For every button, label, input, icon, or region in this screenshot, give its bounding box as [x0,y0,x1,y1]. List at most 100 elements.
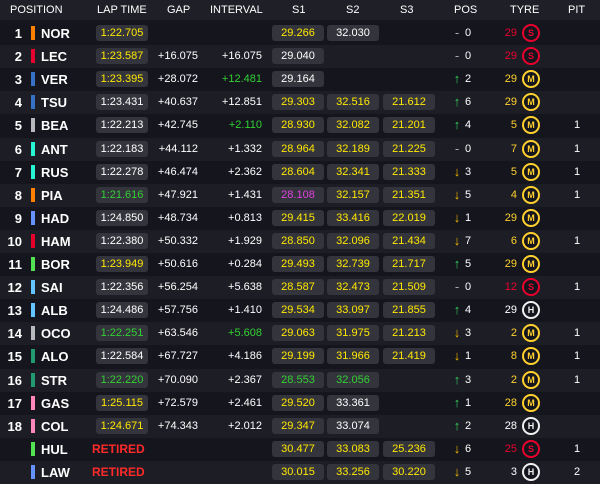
header-s2[interactable]: S2 [346,4,359,16]
arrow-up-icon: ↑ [453,371,461,387]
pit-stops: 1 [573,373,581,386]
table-row[interactable]: HUL RETIRED 30.477 33.083 25.236 ↓ 6 25 S 1 [0,438,600,461]
tyre-compound-icon[interactable]: M [522,370,540,389]
table-row[interactable]: 5 BEA 1:22.213 +42.745 +2.110 28.930 32.082 21.… [0,114,600,137]
position-number: 13 [7,303,22,319]
tyre-compound-icon[interactable]: M [522,116,540,135]
header-s3[interactable]: S3 [400,4,413,16]
tyre-compound-icon[interactable]: S [522,24,540,42]
table-row[interactable]: 4 TSU 1:23.431 +40.637 +12.851 29.303 32.516 21… [0,91,600,115]
header-position[interactable]: POSITION [10,4,63,16]
tyre-compound-icon[interactable]: M [522,70,540,89]
table-row[interactable]: 14 OCO 1:22.251 +63.546 +5.608 29.063 31.975 21… [0,322,600,346]
table-row[interactable]: 9 HAD 1:24.850 +48.734 +0.813 29.415 33.416 22.… [0,207,600,230]
tyre-compound-icon[interactable]: S [522,439,540,458]
tyre-compound-icon[interactable]: H [522,416,540,435]
sector-1-time: 28.553 [272,371,324,388]
tyre-compound-icon[interactable]: M [522,231,540,250]
table-header: POSITION LAP TIME GAP INTERVAL S1 S2 S3 … [0,0,600,20]
sector-1-time: 29.534 [272,302,324,319]
sector-2-time: 33.083 [327,440,379,457]
team-color-bar [31,210,35,225]
table-row[interactable]: 18 COL 1:24.671 +74.343 +2.012 29.347 33.074 ↑ 2… [0,414,600,438]
position-change: 1 [465,350,472,363]
table-row[interactable]: 12 SAI 1:22.356 +56.254 +5.638 28.587 32.473 21… [0,276,600,300]
table-row[interactable]: 10 HAM 1:22.380 +50.332 +1.929 28.850 32.096 21… [0,229,600,253]
table-row[interactable]: 17 GAS 1:25.115 +72.579 +2.461 29.520 33.361 ↑ 1… [0,392,600,415]
tyre-compound-icon[interactable]: M [522,255,540,273]
arrow-up-icon: ↑ [453,417,461,433]
tyre-age: 29 [504,27,517,39]
driver-code: BOR [41,257,70,272]
sector-2-time: 33.256 [327,463,379,480]
sector-2-time: 33.416 [327,209,379,226]
tyre-compound-icon[interactable]: H [522,462,540,481]
tyre-compound-icon[interactable]: M [522,393,540,412]
tyre-compound-icon[interactable]: S [522,278,540,297]
team-color-bar [31,95,35,110]
dash-icon: - [454,25,460,40]
pit-stops: 1 [573,119,581,132]
interval-value: +2.012 [228,419,262,432]
driver-code: STR [41,372,67,388]
tyre-compound-icon[interactable]: M [522,208,540,227]
position-number: 2 [14,49,22,65]
sector-3-time: 21.201 [383,117,435,134]
header-s1[interactable]: S1 [292,4,305,16]
sector-3-time: 21.333 [383,163,435,180]
position-change: 0 [465,281,472,294]
header-interval[interactable]: INTERVAL [210,4,263,16]
sector-1-time: 28.604 [272,163,324,180]
table-row[interactable]: 13 ALB 1:24.486 +57.756 +1.410 29.534 33.097 21… [0,299,600,322]
pit-stops: 2 [573,465,581,478]
tyre-age: 29 [504,211,517,224]
sector-3-time: 21.434 [383,232,435,249]
table-row[interactable]: 8 PIA 1:21.616 +47.921 +1.431 28.108 32.157 21.… [0,183,600,207]
position-number: 18 [7,418,22,434]
team-color-bar [31,26,35,40]
sector-3-time: 21.855 [383,302,435,319]
header-pos[interactable]: POS [454,4,477,16]
tyre-age: 29 [504,73,517,86]
table-row[interactable]: 3 VER 1:23.395 +28.072 +12.481 29.164 ↑ 2 29 M [0,68,600,91]
interval-value: +1.431 [228,188,262,201]
table-row[interactable]: 1 NOR 1:22.705 29.266 32.030 -0 29 S [0,22,600,45]
tyre-compound-icon[interactable]: M [522,93,540,112]
table-row[interactable]: 11 BOR 1:23.949 +50.616 +0.284 29.493 32.739 21… [0,253,600,276]
position-change: 1 [465,396,472,409]
driver-code: SAI [41,280,63,296]
tyre-compound-icon[interactable]: M [522,324,540,343]
position-change: 7 [465,234,472,247]
interval-value: +0.284 [228,258,262,270]
table-row[interactable]: 6 ANT 1:22.183 +44.112 +1.332 28.964 32.189 21.… [0,137,600,161]
tyre-compound-icon[interactable]: M [522,139,540,158]
tyre-compound-icon[interactable]: H [522,301,540,320]
gap-value: +74.343 [157,419,198,432]
gap-value: +28.072 [157,73,198,86]
tyre-compound-icon[interactable]: S [522,47,540,66]
table-row[interactable]: 7 RUS 1:22.278 +46.474 +2.362 28.604 32.341 21.… [0,161,600,184]
tyre-compound-icon[interactable]: M [522,185,540,204]
header-gap[interactable]: GAP [167,4,190,16]
tyre-age: 28 [504,419,517,432]
tyre-compound-icon[interactable]: M [522,347,540,366]
interval-value: +12.481 [221,73,262,86]
gap-value: +48.734 [157,211,198,224]
header-tyre[interactable]: TYRE [510,4,539,16]
driver-code: BEA [41,118,69,134]
arrow-down-icon: ↓ [453,440,461,456]
tyre-compound-icon[interactable]: M [522,162,540,181]
header-lap-time[interactable]: LAP TIME [97,4,147,16]
dash-icon: - [454,279,460,295]
table-row[interactable]: 16 STR 1:22.220 +70.090 +2.367 28.553 32.056 ↑ 3… [0,368,600,392]
header-pit[interactable]: PIT [568,4,585,16]
sector-1-time: 28.108 [272,186,324,203]
table-row[interactable]: LAW RETIRED 30.015 33.256 30.220 ↓ 5 3 H 2 [0,460,600,484]
dash-icon: - [454,140,460,156]
table-row[interactable]: 2 LEC 1:23.587 +16.075 +16.075 29.040 -0 29 S [0,45,600,69]
arrow-down-icon: ↓ [453,348,461,364]
lap-time: 1:22.183 [96,140,148,157]
table-row[interactable]: 15 ALO 1:22.584 +67.727 +4.186 29.199 31.966 21… [0,345,600,368]
pit-stops: 1 [573,234,581,247]
tyre-age: 7 [510,142,517,155]
